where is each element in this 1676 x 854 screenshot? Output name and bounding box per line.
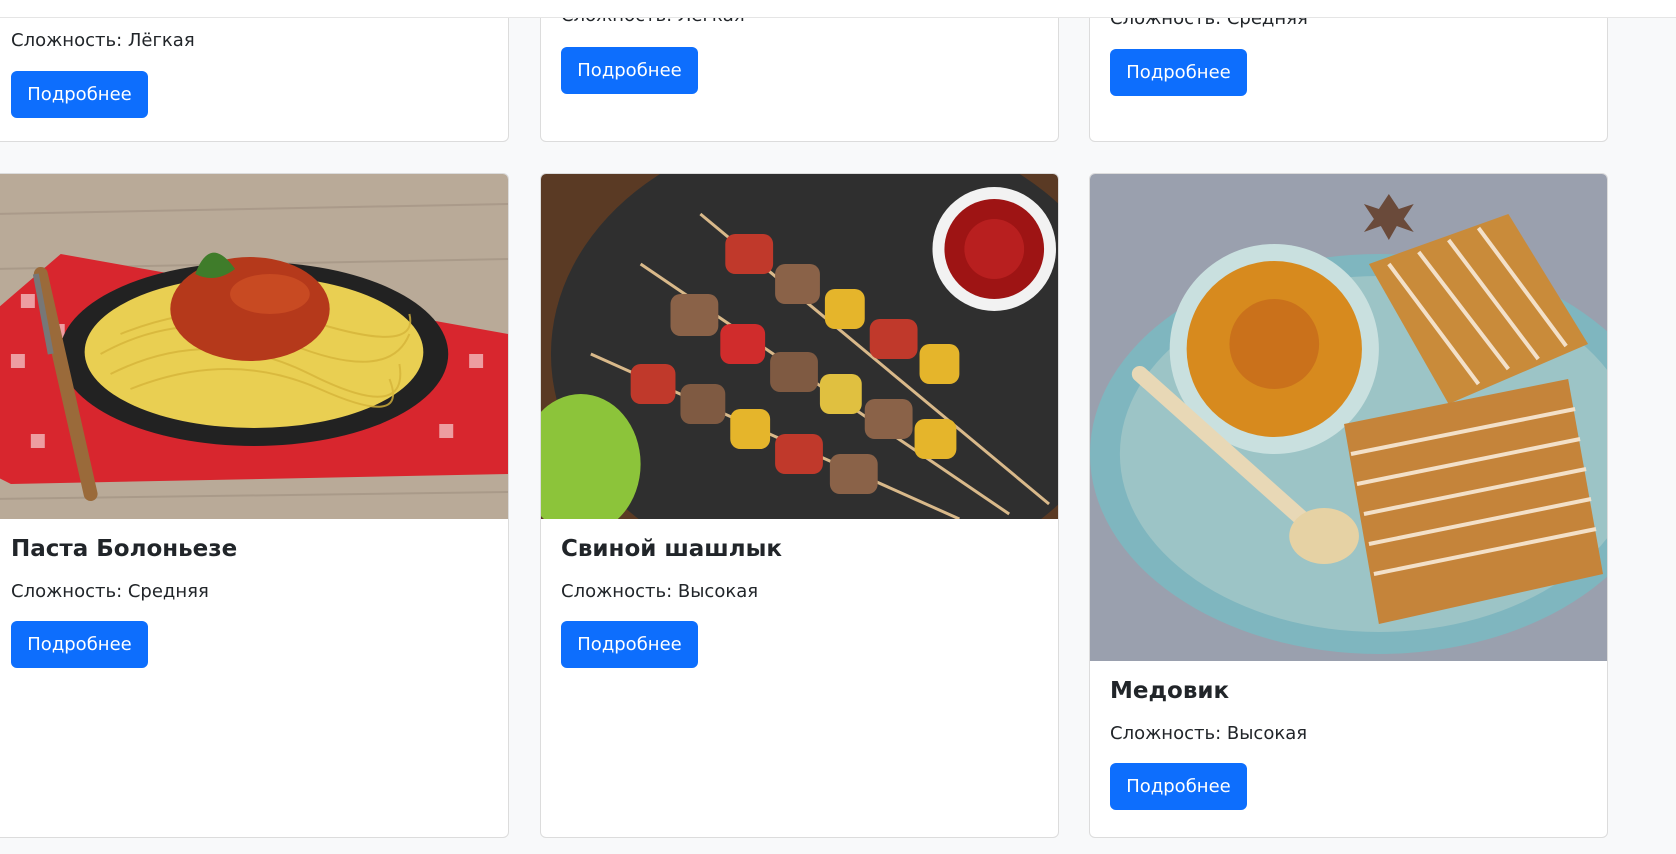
recipe-title: Свиной шашлык <box>561 536 782 562</box>
pasta-bolognese-photo <box>0 174 508 519</box>
recipe-difficulty: Сложность: Лёгкая <box>11 30 195 51</box>
details-button[interactable]: Подробнее <box>1110 763 1247 810</box>
top-navbar-edge <box>0 0 1676 18</box>
recipe-card: Сложность: Лёгкая Подробнее <box>0 0 509 142</box>
recipe-card: Паста Болоньезе Сложность: Средняя Подро… <box>0 173 509 838</box>
recipe-difficulty: Сложность: Средняя <box>11 581 209 602</box>
recipe-title: Медовик <box>1110 678 1230 704</box>
details-button[interactable]: Подробнее <box>11 621 148 668</box>
details-button[interactable]: Подробнее <box>561 621 698 668</box>
details-button[interactable]: Подробнее <box>561 47 698 94</box>
recipe-card: Медовик Сложность: Высокая Подробнее <box>1089 173 1608 838</box>
details-button[interactable]: Подробнее <box>11 71 148 118</box>
pork-kebab-photo <box>541 174 1058 519</box>
details-button[interactable]: Подробнее <box>1110 49 1247 96</box>
recipe-card: Свиной шашлык Сложность: Высокая Подробн… <box>540 173 1059 838</box>
recipe-card: Сложность: Средняя Подробнее <box>1089 0 1608 142</box>
recipe-card: Сложность: Лёгкая Подробнее <box>540 0 1059 142</box>
recipe-difficulty: Сложность: Высокая <box>1110 723 1308 744</box>
honey-cake-photo <box>1090 174 1607 661</box>
recipe-title: Паста Болоньезе <box>11 536 238 562</box>
recipe-difficulty: Сложность: Высокая <box>561 581 759 602</box>
